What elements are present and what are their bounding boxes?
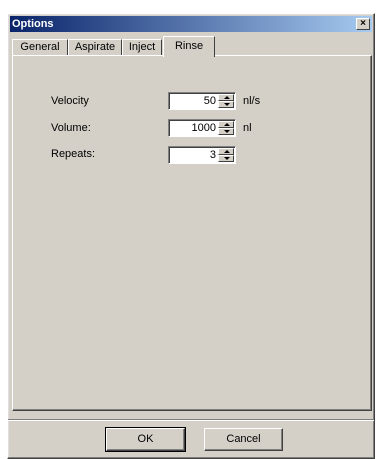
volume-spin-buttons	[218, 121, 234, 135]
volume-spinbox[interactable]: 1000	[168, 119, 236, 137]
velocity-label: Velocity	[51, 95, 89, 107]
tab-inject[interactable]: Inject	[122, 39, 162, 56]
tab-aspirate-label: Aspirate	[74, 41, 116, 53]
repeats-down-button[interactable]	[218, 155, 234, 162]
close-button[interactable]: ×	[356, 18, 370, 30]
velocity-value[interactable]: 50	[204, 94, 216, 108]
tab-rinse-label: Rinse	[174, 40, 204, 52]
close-icon: ×	[360, 18, 366, 29]
repeats-value[interactable]: 3	[210, 148, 216, 162]
volume-up-button[interactable]	[218, 121, 234, 128]
tab-rinse[interactable]: Rinse	[163, 36, 215, 57]
tab-aspirate[interactable]: Aspirate	[68, 39, 122, 56]
tab-general[interactable]: General	[12, 39, 68, 56]
rinse-panel: Velocity 50 nl/s Volume: 1000 nl Repeats…	[12, 55, 372, 411]
spin-down-icon	[224, 157, 230, 160]
velocity-spin-buttons	[218, 94, 234, 108]
cancel-button[interactable]: Cancel	[204, 428, 283, 451]
spin-down-icon	[224, 103, 230, 106]
repeats-spinbox[interactable]: 3	[168, 146, 236, 164]
tab-inject-label: Inject	[128, 41, 156, 53]
tab-general-label: General	[20, 41, 60, 53]
repeats-label: Repeats:	[51, 148, 96, 160]
window-title: Options	[12, 18, 54, 30]
title-bar[interactable]: Options ×	[10, 16, 372, 32]
spin-up-icon	[224, 150, 230, 153]
repeats-spin-buttons	[218, 148, 234, 162]
divider-highlight	[8, 420, 374, 421]
volume-label: Volume:	[51, 122, 91, 134]
spin-up-icon	[224, 96, 230, 99]
velocity-spinbox[interactable]: 50	[168, 92, 236, 110]
ok-button-label: OK	[137, 433, 154, 445]
options-dialog: Options × General Aspirate Inject Rinse …	[7, 13, 375, 459]
volume-value[interactable]: 1000	[192, 121, 216, 135]
ok-button[interactable]: OK	[105, 427, 186, 452]
velocity-down-button[interactable]	[218, 101, 234, 108]
velocity-unit: nl/s	[243, 95, 261, 107]
spin-up-icon	[224, 123, 230, 126]
velocity-up-button[interactable]	[218, 94, 234, 101]
repeats-up-button[interactable]	[218, 148, 234, 155]
spin-down-icon	[224, 130, 230, 133]
cancel-button-label: Cancel	[226, 433, 261, 445]
volume-down-button[interactable]	[218, 128, 234, 135]
volume-unit: nl	[243, 122, 252, 134]
